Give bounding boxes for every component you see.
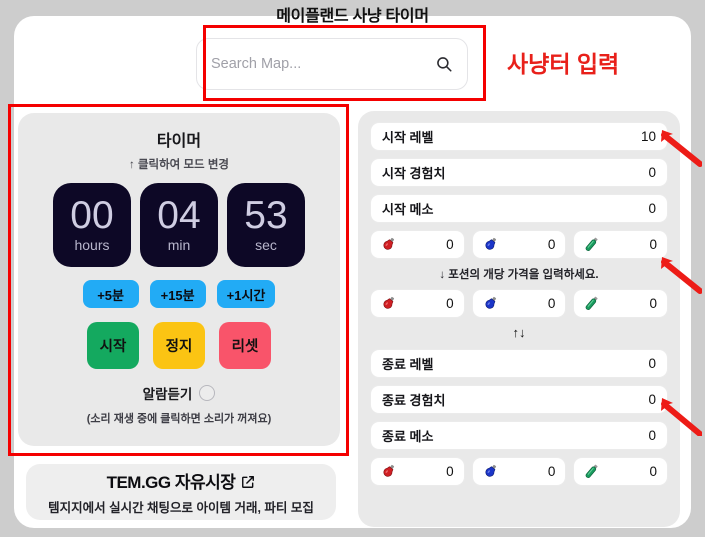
timer-minutes-label: min [167,237,191,254]
blue-potion-icon [481,294,500,313]
start-red-potion-field[interactable]: 0 [370,230,465,259]
promo-subtitle: 템지지에서 실시간 채팅으로 아이템 거래, 파티 모집 [48,501,314,515]
green-elixir-icon [582,294,601,313]
timer-digits: 00 hours 04 min 53 sec [18,183,340,267]
map-search [196,38,468,90]
end-meso-label: 종료 메소 [382,429,434,444]
price-blue-potion-value[interactable]: 0 [548,296,556,311]
end-blue-potion-value[interactable]: 0 [548,464,556,479]
timer-controls: 시작 정지 리셋 [18,322,340,369]
start-potion-row: 0 0 0 [370,230,669,259]
timer-minutes-value: 04 [157,193,201,237]
price-blue-potion-field[interactable]: 0 [471,289,567,318]
end-blue-potion-field[interactable]: 0 [471,457,567,486]
end-green-elixir-field[interactable]: 0 [573,457,669,486]
temgg-promo-card[interactable]: TEM.GG 자유시장 템지지에서 실시간 채팅으로 아이템 거래, 파티 모집 [26,464,336,520]
end-exp-label: 종료 경험치 [382,393,446,408]
timer-hours-label: hours [74,237,110,254]
timer-seconds-value: 53 [244,193,288,237]
start-level-value[interactable]: 10 [641,129,656,144]
search-icon[interactable] [435,55,453,73]
start-level-label: 시작 레벨 [382,130,434,145]
start-button[interactable]: 시작 [87,322,139,369]
start-meso-label: 시작 메소 [382,202,434,217]
add-5-min-button[interactable]: +5분 [82,280,139,308]
start-red-potion-value[interactable]: 0 [446,237,454,252]
timer-seconds-label: sec [255,237,277,254]
app-root: 메이플랜드 사냥 타이머 타이머 ↑ 클릭하여 모드 변경 00 hours 0… [0,0,705,537]
start-exp-label: 시작 경험치 [382,166,446,181]
alarm-row: 알람듣기 [18,383,340,403]
search-input[interactable] [211,56,435,72]
stats-panel: 시작 레벨 10 시작 경험치 0 시작 메소 0 0 0 0 ↓ 포션의 개당… [358,111,680,527]
end-red-potion-field[interactable]: 0 [370,457,465,486]
start-blue-potion-value[interactable]: 0 [548,237,556,252]
start-level-field[interactable]: 시작 레벨 10 [370,122,668,151]
add-15-min-button[interactable]: +15분 [149,280,206,308]
start-exp-field[interactable]: 시작 경험치 0 [370,158,668,187]
end-green-elixir-value[interactable]: 0 [650,464,658,479]
price-potion-row: 0 0 0 [370,289,669,318]
timer-hours-value: 00 [70,193,114,237]
red-potion-icon [379,235,398,254]
end-potion-row: 0 0 0 [370,457,669,486]
end-exp-value[interactable]: 0 [648,392,656,407]
search-box[interactable] [196,38,468,90]
end-level-value[interactable]: 0 [648,356,656,371]
end-level-field[interactable]: 종료 레벨 0 [370,349,668,378]
green-elixir-icon [582,462,601,481]
start-exp-value[interactable]: 0 [648,165,656,180]
add-1-hour-button[interactable]: +1시간 [216,280,276,308]
timer-unit-seconds[interactable]: 53 sec [227,183,305,267]
quick-add-row: +5분 +15분 +1시간 [18,280,340,308]
blue-potion-icon [481,235,500,254]
end-red-potion-value[interactable]: 0 [446,464,454,479]
reset-button[interactable]: 리셋 [219,322,271,369]
stop-button[interactable]: 정지 [153,322,205,369]
promo-title-text: TEM.GG 자유시장 [106,473,236,492]
red-potion-icon [379,294,398,313]
start-meso-value[interactable]: 0 [648,201,656,216]
end-level-label: 종료 레벨 [382,357,434,372]
timer-panel: 타이머 ↑ 클릭하여 모드 변경 00 hours 04 min 53 sec … [18,113,340,446]
promo-title: TEM.GG 자유시장 [107,468,256,493]
end-exp-field[interactable]: 종료 경험치 0 [370,385,668,414]
blue-potion-icon [481,462,500,481]
start-meso-field[interactable]: 시작 메소 0 [370,194,668,223]
timer-unit-minutes[interactable]: 04 min [140,183,218,267]
swap-button[interactable]: ↑↓ [370,325,668,340]
external-link-icon [241,474,255,488]
price-green-elixir-value[interactable]: 0 [650,296,658,311]
alarm-toggle[interactable] [199,385,216,401]
price-hint: ↓ 포션의 개당 가격을 입력하세요. [439,269,599,281]
start-green-elixir-field[interactable]: 0 [573,230,669,259]
green-elixir-icon [582,235,601,254]
alarm-note: (소리 재생 중에 클릭하면 소리가 꺼져요) [86,413,272,425]
annotation-label-search: 사냥터 입력 [507,51,620,77]
page-title: 메이플랜드 사냥 타이머 [276,8,429,25]
timer-title: 타이머 [156,133,202,150]
end-meso-value[interactable]: 0 [648,428,656,443]
start-green-elixir-value[interactable]: 0 [650,237,658,252]
red-potion-icon [379,462,398,481]
price-red-potion-value[interactable]: 0 [446,296,454,311]
timer-mode-hint[interactable]: ↑ 클릭하여 모드 변경 [18,156,340,172]
end-meso-field[interactable]: 종료 메소 0 [370,421,668,450]
price-green-elixir-field[interactable]: 0 [573,289,669,318]
timer-unit-hours[interactable]: 00 hours [53,183,131,267]
alarm-label: 알람듣기 [142,387,193,402]
start-blue-potion-field[interactable]: 0 [471,230,567,259]
price-red-potion-field[interactable]: 0 [370,289,465,318]
